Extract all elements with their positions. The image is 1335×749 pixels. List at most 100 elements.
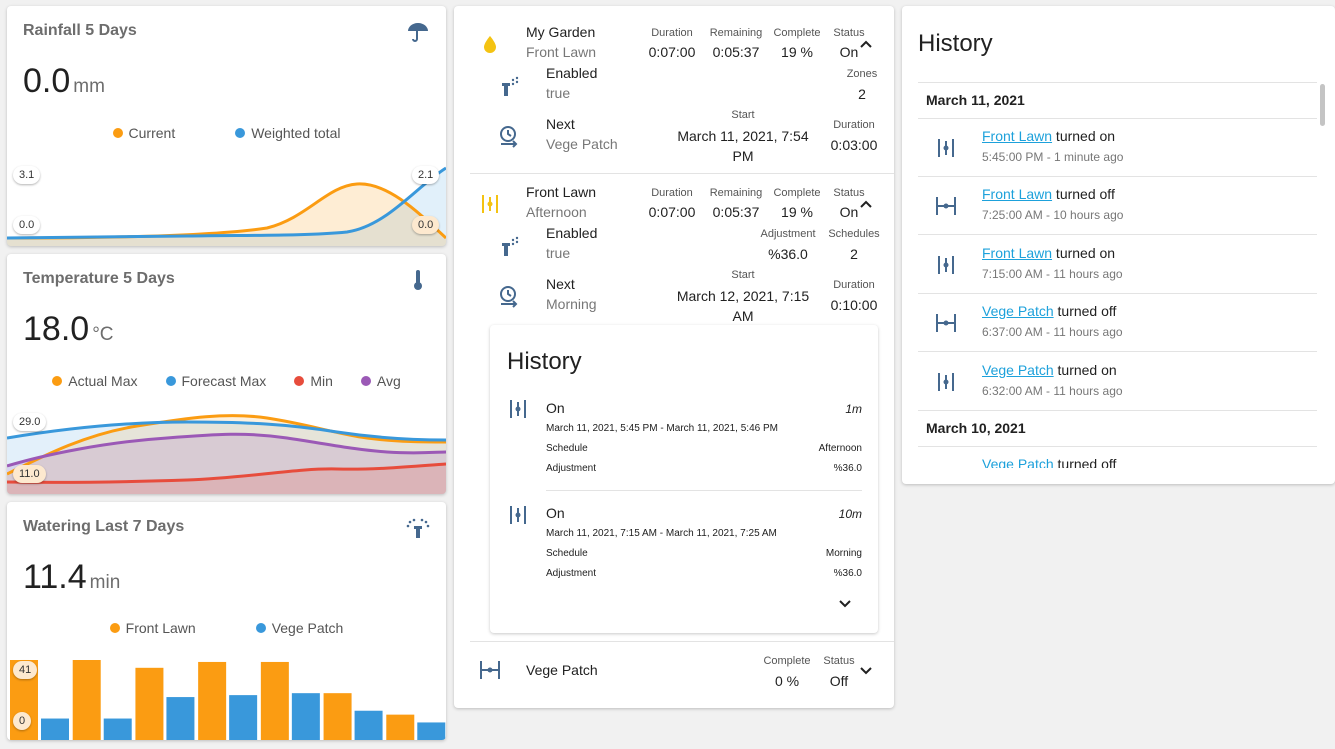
temperature-graph bbox=[7, 414, 446, 494]
watering-card[interactable]: Watering Last 7 Days 11.4 min Front Lawn … bbox=[7, 502, 446, 740]
vege-patch-name: Vege Patch bbox=[526, 662, 598, 678]
zone-history-adjustment-label: Adjustment bbox=[546, 568, 597, 579]
history-action: turned off bbox=[1052, 186, 1115, 202]
watering-bar-vege-patch bbox=[103, 718, 132, 740]
front-lawn-schedules-label: Schedules bbox=[828, 228, 880, 240]
history-action: turned on bbox=[1052, 245, 1116, 261]
rainfall-legend: Current Weighted total bbox=[7, 125, 446, 141]
zone-history-range: March 11, 2021, 7:15 AM - March 11, 2021… bbox=[546, 528, 777, 539]
vege-patch-status-label: Status bbox=[823, 655, 855, 667]
legend-forecast-max[interactable]: Forecast Max bbox=[165, 373, 266, 389]
watering-bar-front-lawn bbox=[386, 714, 415, 740]
history-card: History March 11, 2021 Front Lawn turned… bbox=[902, 6, 1335, 484]
zone-history-state: On bbox=[546, 505, 565, 521]
history-item: Front Lawn turned on 5:45:00 PM - 1 minu… bbox=[918, 119, 1317, 177]
temperature-legend: Actual Max Forecast Max Min Avg bbox=[7, 373, 446, 389]
watering-min-label: 0 bbox=[13, 712, 32, 730]
legend-vege-patch[interactable]: Vege Patch bbox=[255, 620, 343, 636]
valve-open-icon bbox=[510, 400, 526, 418]
history-item: Vege Patch turned on 6:32:00 AM - 11 hou… bbox=[918, 353, 1317, 411]
legend-avg[interactable]: Avg bbox=[360, 373, 401, 389]
valve-open-icon bbox=[938, 373, 954, 391]
history-action: turned on bbox=[1053, 362, 1117, 378]
watering-value: 11.4 min bbox=[23, 558, 121, 596]
temperature-min-label: 11.0 bbox=[13, 465, 46, 483]
history-link-vege-patch[interactable]: Vege Patch bbox=[982, 362, 1054, 378]
controller-start-label: Start bbox=[731, 109, 755, 121]
valve-open-icon bbox=[938, 139, 954, 157]
controller-next-label: Next bbox=[546, 116, 575, 132]
history-time: 6:32:00 AM - 11 hours ago bbox=[982, 384, 1123, 398]
history-link-front-lawn[interactable]: Front Lawn bbox=[982, 245, 1052, 261]
controller-remaining: 0:05:37 bbox=[712, 44, 760, 60]
front-lawn-adjustment: %36.0 bbox=[768, 246, 808, 262]
zone-history-duration: 1m bbox=[845, 402, 862, 416]
history-item: Front Lawn turned off 7:25:00 AM - 10 ho… bbox=[918, 177, 1317, 235]
chevron-down-icon[interactable] bbox=[858, 662, 874, 678]
zone-history-schedule-label: Schedule bbox=[546, 548, 588, 559]
legend-weighted-total[interactable]: Weighted total bbox=[235, 125, 340, 141]
controller-enabled-label: Enabled bbox=[546, 65, 598, 81]
history-link-front-lawn[interactable]: Front Lawn bbox=[982, 128, 1052, 144]
front-lawn-next-duration: 0:10:00 bbox=[830, 297, 878, 313]
zone-history-title: History bbox=[507, 348, 582, 375]
valve-open-icon bbox=[938, 256, 954, 274]
watering-bar-front-lawn bbox=[260, 661, 289, 740]
front-lawn-name: Front Lawn bbox=[526, 184, 597, 200]
watering-bar-vege-patch bbox=[41, 718, 69, 740]
zone-divider bbox=[470, 641, 894, 642]
legend-current[interactable]: Current bbox=[112, 125, 175, 141]
history-date: March 11, 2021 bbox=[926, 92, 1025, 108]
front-lawn-schedule: Afternoon bbox=[526, 204, 587, 220]
temperature-card[interactable]: Temperature 5 Days 18.0 °C Actual Max For… bbox=[7, 254, 446, 494]
controller-zones: 2 bbox=[858, 86, 866, 102]
temperature-max-label: 29.0 bbox=[13, 413, 47, 431]
chevron-up-icon[interactable] bbox=[858, 196, 874, 212]
chevron-down-icon[interactable] bbox=[837, 595, 853, 611]
watering-graph bbox=[10, 660, 446, 740]
front-lawn-next: Morning bbox=[546, 296, 597, 312]
legend-min[interactable]: Min bbox=[294, 373, 333, 389]
watering-bar-vege-patch bbox=[291, 693, 320, 740]
zone-history-adjustment: %36.0 bbox=[833, 463, 862, 474]
thermometer-icon bbox=[414, 270, 422, 290]
watering-bar-vege-patch bbox=[229, 695, 258, 740]
history-item: Vege Patch turned off 6:37:00 AM - 11 ho… bbox=[918, 294, 1317, 352]
front-lawn-enabled-label: Enabled bbox=[546, 225, 598, 241]
zone-history-adjustment-label: Adjustment bbox=[546, 463, 597, 474]
watering-bar-front-lawn bbox=[323, 693, 352, 740]
rainfall-card[interactable]: Rainfall 5 Days 0.0 mm Current Weighted t… bbox=[7, 6, 446, 246]
history-link-vege-patch[interactable]: Vege Patch bbox=[982, 303, 1054, 319]
sprinkler-icon bbox=[406, 518, 430, 538]
rainfall-graph bbox=[7, 166, 446, 246]
history-action: turned off bbox=[1053, 456, 1117, 468]
temperature-title: Temperature 5 Days bbox=[23, 270, 175, 287]
history-link-vege-patch[interactable]: Vege Patch bbox=[982, 456, 1054, 468]
timer-play-icon bbox=[500, 126, 518, 148]
zone-history-range: March 11, 2021, 5:45 PM - March 11, 2021… bbox=[546, 423, 778, 434]
history-action: turned off bbox=[1053, 303, 1117, 319]
chevron-up-icon[interactable] bbox=[858, 36, 874, 52]
controller-zone: Front Lawn bbox=[526, 44, 597, 60]
legend-front-lawn[interactable]: Front Lawn bbox=[109, 620, 196, 636]
rainfall-value: 0.0 mm bbox=[23, 62, 105, 100]
front-lawn-enabled[interactable]: true bbox=[546, 245, 570, 261]
zone-history-schedule: Morning bbox=[825, 548, 862, 559]
sprinkler-icon bbox=[502, 236, 519, 256]
legend-actual-max[interactable]: Actual Max bbox=[52, 373, 138, 389]
history-link-front-lawn[interactable]: Front Lawn bbox=[982, 186, 1052, 202]
watering-bar-front-lawn bbox=[72, 660, 101, 740]
history-scrollbar[interactable] bbox=[1320, 84, 1325, 126]
valve-closed-icon bbox=[480, 661, 500, 679]
front-lawn-duration-label: Duration bbox=[651, 187, 693, 199]
controller-next-duration: 0:03:00 bbox=[830, 137, 878, 153]
watering-title: Watering Last 7 Days bbox=[23, 518, 185, 535]
vege-patch-status: Off bbox=[829, 673, 849, 689]
front-lawn-schedules: 2 bbox=[850, 246, 858, 262]
controller-next-duration-label: Duration bbox=[833, 119, 875, 131]
history-list[interactable]: March 11, 2021 Front Lawn turned on 5:45… bbox=[902, 82, 1335, 468]
front-lawn-remaining-label: Remaining bbox=[709, 187, 763, 199]
valve-open-icon bbox=[510, 506, 526, 524]
controller-enabled[interactable]: true bbox=[546, 85, 570, 101]
front-lawn-next-label: Next bbox=[546, 276, 575, 292]
